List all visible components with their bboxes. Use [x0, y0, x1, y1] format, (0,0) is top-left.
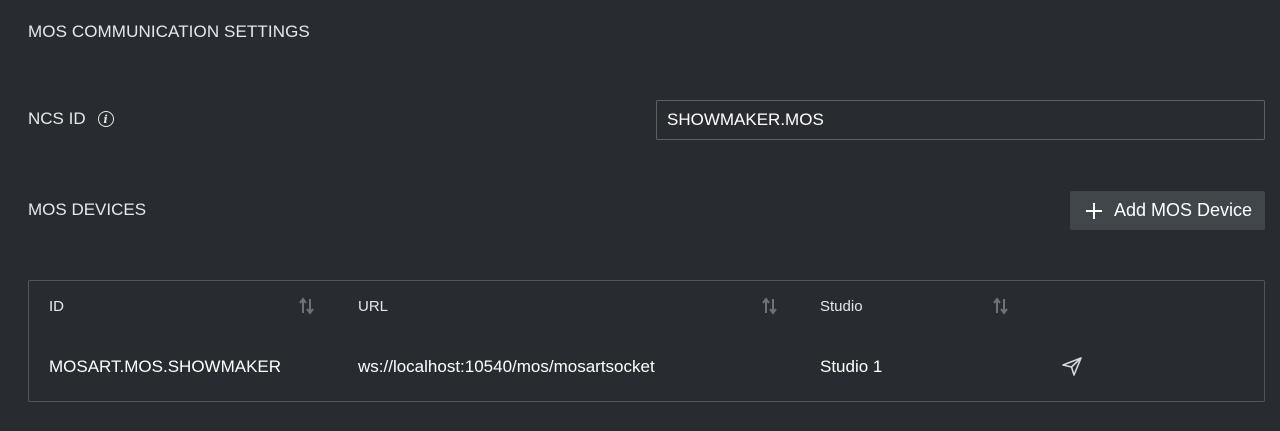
column-header-url[interactable]: URL [358, 298, 388, 315]
column-header-id[interactable]: ID [49, 298, 64, 315]
add-mos-device-label: Add MOS Device [1114, 200, 1253, 220]
mos-devices-table: ID URL Studio MOSART.MOS.SHOWMAKER ws://… [28, 280, 1265, 402]
plus-icon [1086, 202, 1102, 219]
mos-devices-label: MOS DEVICES [28, 200, 147, 219]
device-studio-cell: Studio 1 [820, 357, 883, 376]
sort-icon[interactable] [993, 297, 1009, 315]
send-icon[interactable] [1061, 356, 1083, 376]
mos-settings-page: MOS COMMUNICATION SETTINGS NCS ID i MOS … [0, 0, 1280, 431]
ncs-id-label: NCS ID [28, 109, 86, 128]
sort-icon[interactable] [299, 297, 315, 315]
device-url-cell: ws://localhost:10540/mos/mosartsocket [358, 357, 655, 376]
sort-icon[interactable] [762, 297, 778, 315]
info-icon[interactable]: i [97, 111, 114, 127]
ncs-id-input[interactable] [656, 100, 1265, 140]
add-mos-device-button[interactable]: Add MOS Device [1070, 191, 1265, 230]
device-id-cell: MOSART.MOS.SHOWMAKER [49, 357, 282, 376]
section-title: MOS COMMUNICATION SETTINGS [28, 22, 310, 41]
ncs-id-label-row: NCS ID i [28, 109, 114, 129]
column-header-studio[interactable]: Studio [820, 298, 863, 315]
